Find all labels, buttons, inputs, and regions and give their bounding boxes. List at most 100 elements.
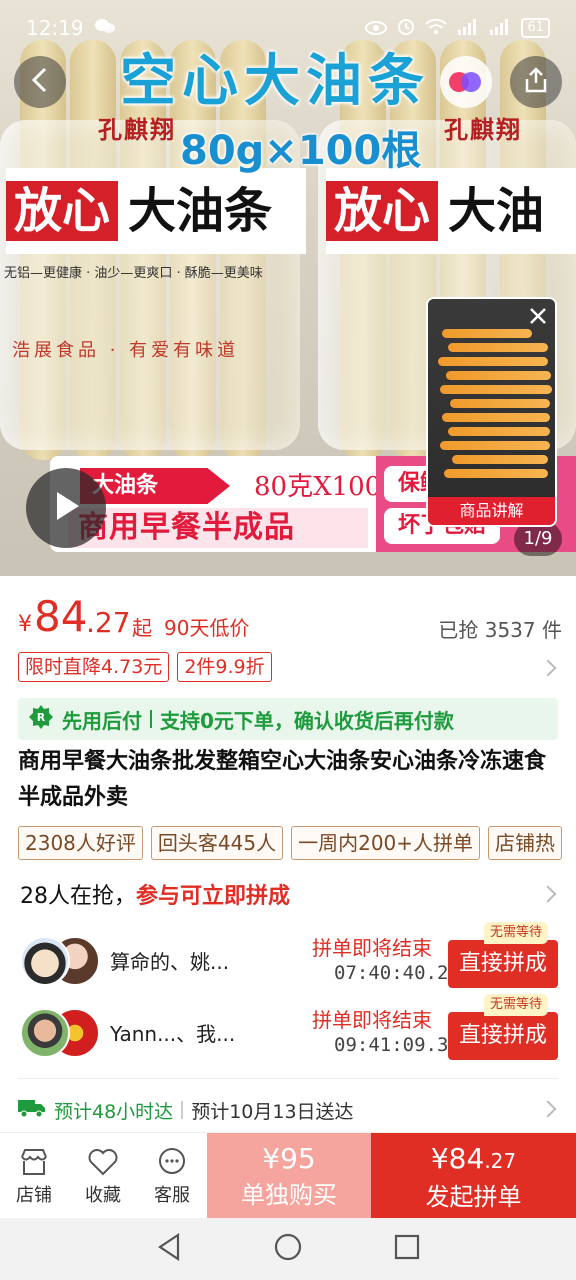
grabbing-text: 28人在抢， (20, 884, 136, 909)
store-icon (2, 1145, 66, 1179)
shipping-row[interactable]: 预计48小时达 预计10月13日送达 (18, 1094, 558, 1126)
customer-service-button[interactable]: 客服 (140, 1145, 204, 1207)
dots-icon (449, 72, 483, 92)
chevron-left-icon (29, 67, 51, 97)
grabbing-highlight: 参与可立即拼成 (136, 884, 291, 909)
heart-icon (71, 1145, 135, 1179)
chevron-right-icon[interactable] (539, 659, 557, 677)
review-badges[interactable]: 2308人好评 回头客445人 一周内200+人拼单 店铺热 (18, 826, 563, 860)
avatar (20, 1008, 70, 1058)
store-label: 店铺 (16, 1185, 52, 1206)
promo-main-text: 商用早餐半成品 (68, 508, 368, 548)
join-group-button[interactable]: 直接拼成 (448, 940, 558, 988)
buy-alone-button[interactable]: ¥95 单独购买 (207, 1133, 371, 1219)
video-toggle-button[interactable] (440, 56, 492, 108)
nav-back-icon[interactable] (156, 1232, 182, 1265)
play-video-button[interactable] (26, 468, 106, 548)
truck-icon (18, 1098, 46, 1123)
package-label: 放心 大油条 (6, 168, 306, 254)
chat-icon (140, 1145, 204, 1179)
product-explain-video[interactable]: 商品讲解 (426, 297, 557, 527)
review-badge[interactable]: 店铺热 (488, 826, 563, 860)
price-decimal: .27 (86, 606, 131, 639)
signal-icon (457, 16, 479, 40)
shipping-estimate: 预计48小时达 (54, 1100, 174, 1123)
group-member-names: 算命的、姚... (110, 950, 230, 974)
share-button[interactable] (510, 56, 562, 108)
price-currency: ¥ (18, 612, 32, 637)
image-counter: 1/9 (514, 522, 562, 556)
package-label-red: 放心 (326, 181, 439, 241)
chat-notification-icon (94, 16, 116, 40)
customer-service-label: 客服 (154, 1185, 190, 1206)
status-bar: 12:19 61 (0, 0, 576, 56)
group-buy-row: Yann...、我... 拼单即将结束 09:41:09.3 直接拼成 无需等待 (18, 994, 558, 1064)
pay-later-title: 先用后付 (62, 708, 142, 733)
divider (181, 1101, 184, 1119)
countdown-timer: 09:41:09.3 (334, 1034, 449, 1056)
signal-icon (489, 16, 511, 40)
chevron-right-icon[interactable] (539, 885, 557, 903)
discount-tag[interactable]: 2件9.9折 (177, 652, 272, 682)
grabbing-count[interactable]: 28人在抢，参与可立即拼成 (20, 878, 290, 910)
product-explain-label: 商品讲解 (428, 497, 555, 525)
start-group-button[interactable]: ¥84.27 发起拼单 (371, 1133, 576, 1219)
share-icon (524, 67, 548, 97)
package-brand: 孔麒翔 (444, 116, 522, 144)
review-badge[interactable]: 回头客445人 (150, 826, 284, 860)
price-integer: 84 (34, 592, 88, 641)
single-label: 单独购买 (241, 1181, 337, 1209)
price-from: 起 (132, 616, 152, 640)
package-script: 浩展食品 · 有爱有味道 (12, 340, 240, 361)
package-label-red: 放心 (6, 181, 119, 241)
pay-later-desc: 支持0元下单，确认收货后再付款 (160, 708, 454, 733)
delivery-date: 预计10月13日送达 (191, 1100, 354, 1123)
battery-icon: 61 (521, 18, 550, 38)
svg-text:R: R (37, 711, 46, 724)
eye-icon (365, 16, 388, 40)
bottom-action-bar: 店铺 收藏 客服 ¥95 单独购买 ¥84.27 发起拼单 (0, 1132, 576, 1219)
discount-tag[interactable]: 限时直降4.73元 (18, 652, 170, 682)
review-badge[interactable]: 2308人好评 (18, 826, 143, 860)
package-label-black: 大油条 (128, 183, 273, 239)
play-icon (51, 490, 81, 526)
countdown-timer: 07:40:40.2 (334, 962, 449, 984)
image-spec: 80g×100根 (180, 128, 422, 174)
avatar (20, 936, 70, 986)
package-label-black: 大油 (448, 183, 545, 239)
pay-later-banner[interactable]: R 先用后付 支持0元下单，确认收货后再付款 (18, 698, 558, 740)
nav-home-icon[interactable] (274, 1233, 302, 1265)
avatar-group (20, 936, 100, 986)
alarm-icon (397, 16, 415, 40)
system-navigation-bar (0, 1218, 576, 1280)
group-price: ¥84.27 (430, 1142, 517, 1175)
package-subtext: 无铝—更健康 · 油少—更爽口 · 酥脆—更美味 (4, 266, 263, 281)
group-member-names: Yann...、我... (110, 1022, 236, 1046)
favorite-button[interactable]: 收藏 (71, 1145, 135, 1207)
nav-recents-icon[interactable] (394, 1234, 420, 1264)
back-button[interactable] (14, 56, 66, 108)
close-icon[interactable] (523, 301, 553, 331)
low-price-badge: 90天低价 (164, 616, 250, 640)
group-ending-label: 拼单即将结束 (312, 936, 432, 960)
group-ending-label: 拼单即将结束 (312, 1008, 432, 1032)
group-label: 发起拼单 (425, 1183, 522, 1211)
status-time: 12:19 (26, 16, 84, 40)
divider (18, 1078, 558, 1079)
package-label: 放心 大油 (326, 168, 576, 254)
wifi-icon (425, 16, 448, 40)
group-buy-row: 算命的、姚... 拼单即将结束 07:40:40.2 直接拼成 无需等待 (18, 922, 558, 992)
avatar-group (20, 1008, 100, 1058)
pay-later-icon: R (28, 704, 54, 735)
discount-tags[interactable]: 限时直降4.73元 2件9.9折 (18, 652, 272, 682)
product-title: 商用早餐大油条批发整箱空心大油条安心油条冷冻速食半成品外卖 (18, 749, 547, 810)
join-group-button[interactable]: 直接拼成 (448, 1012, 558, 1060)
single-price: ¥95 (262, 1142, 316, 1175)
store-button[interactable]: 店铺 (2, 1145, 66, 1207)
review-badge[interactable]: 一周内200+人拼单 (291, 826, 481, 860)
divider (150, 710, 152, 728)
no-wait-badge: 无需等待 (484, 994, 549, 1016)
price-row: ¥ 84 .27 起 90天低价 已抢 3537 件 (18, 592, 566, 643)
favorite-label: 收藏 (85, 1185, 121, 1206)
sold-count: 已抢 3537 件 (438, 618, 562, 642)
